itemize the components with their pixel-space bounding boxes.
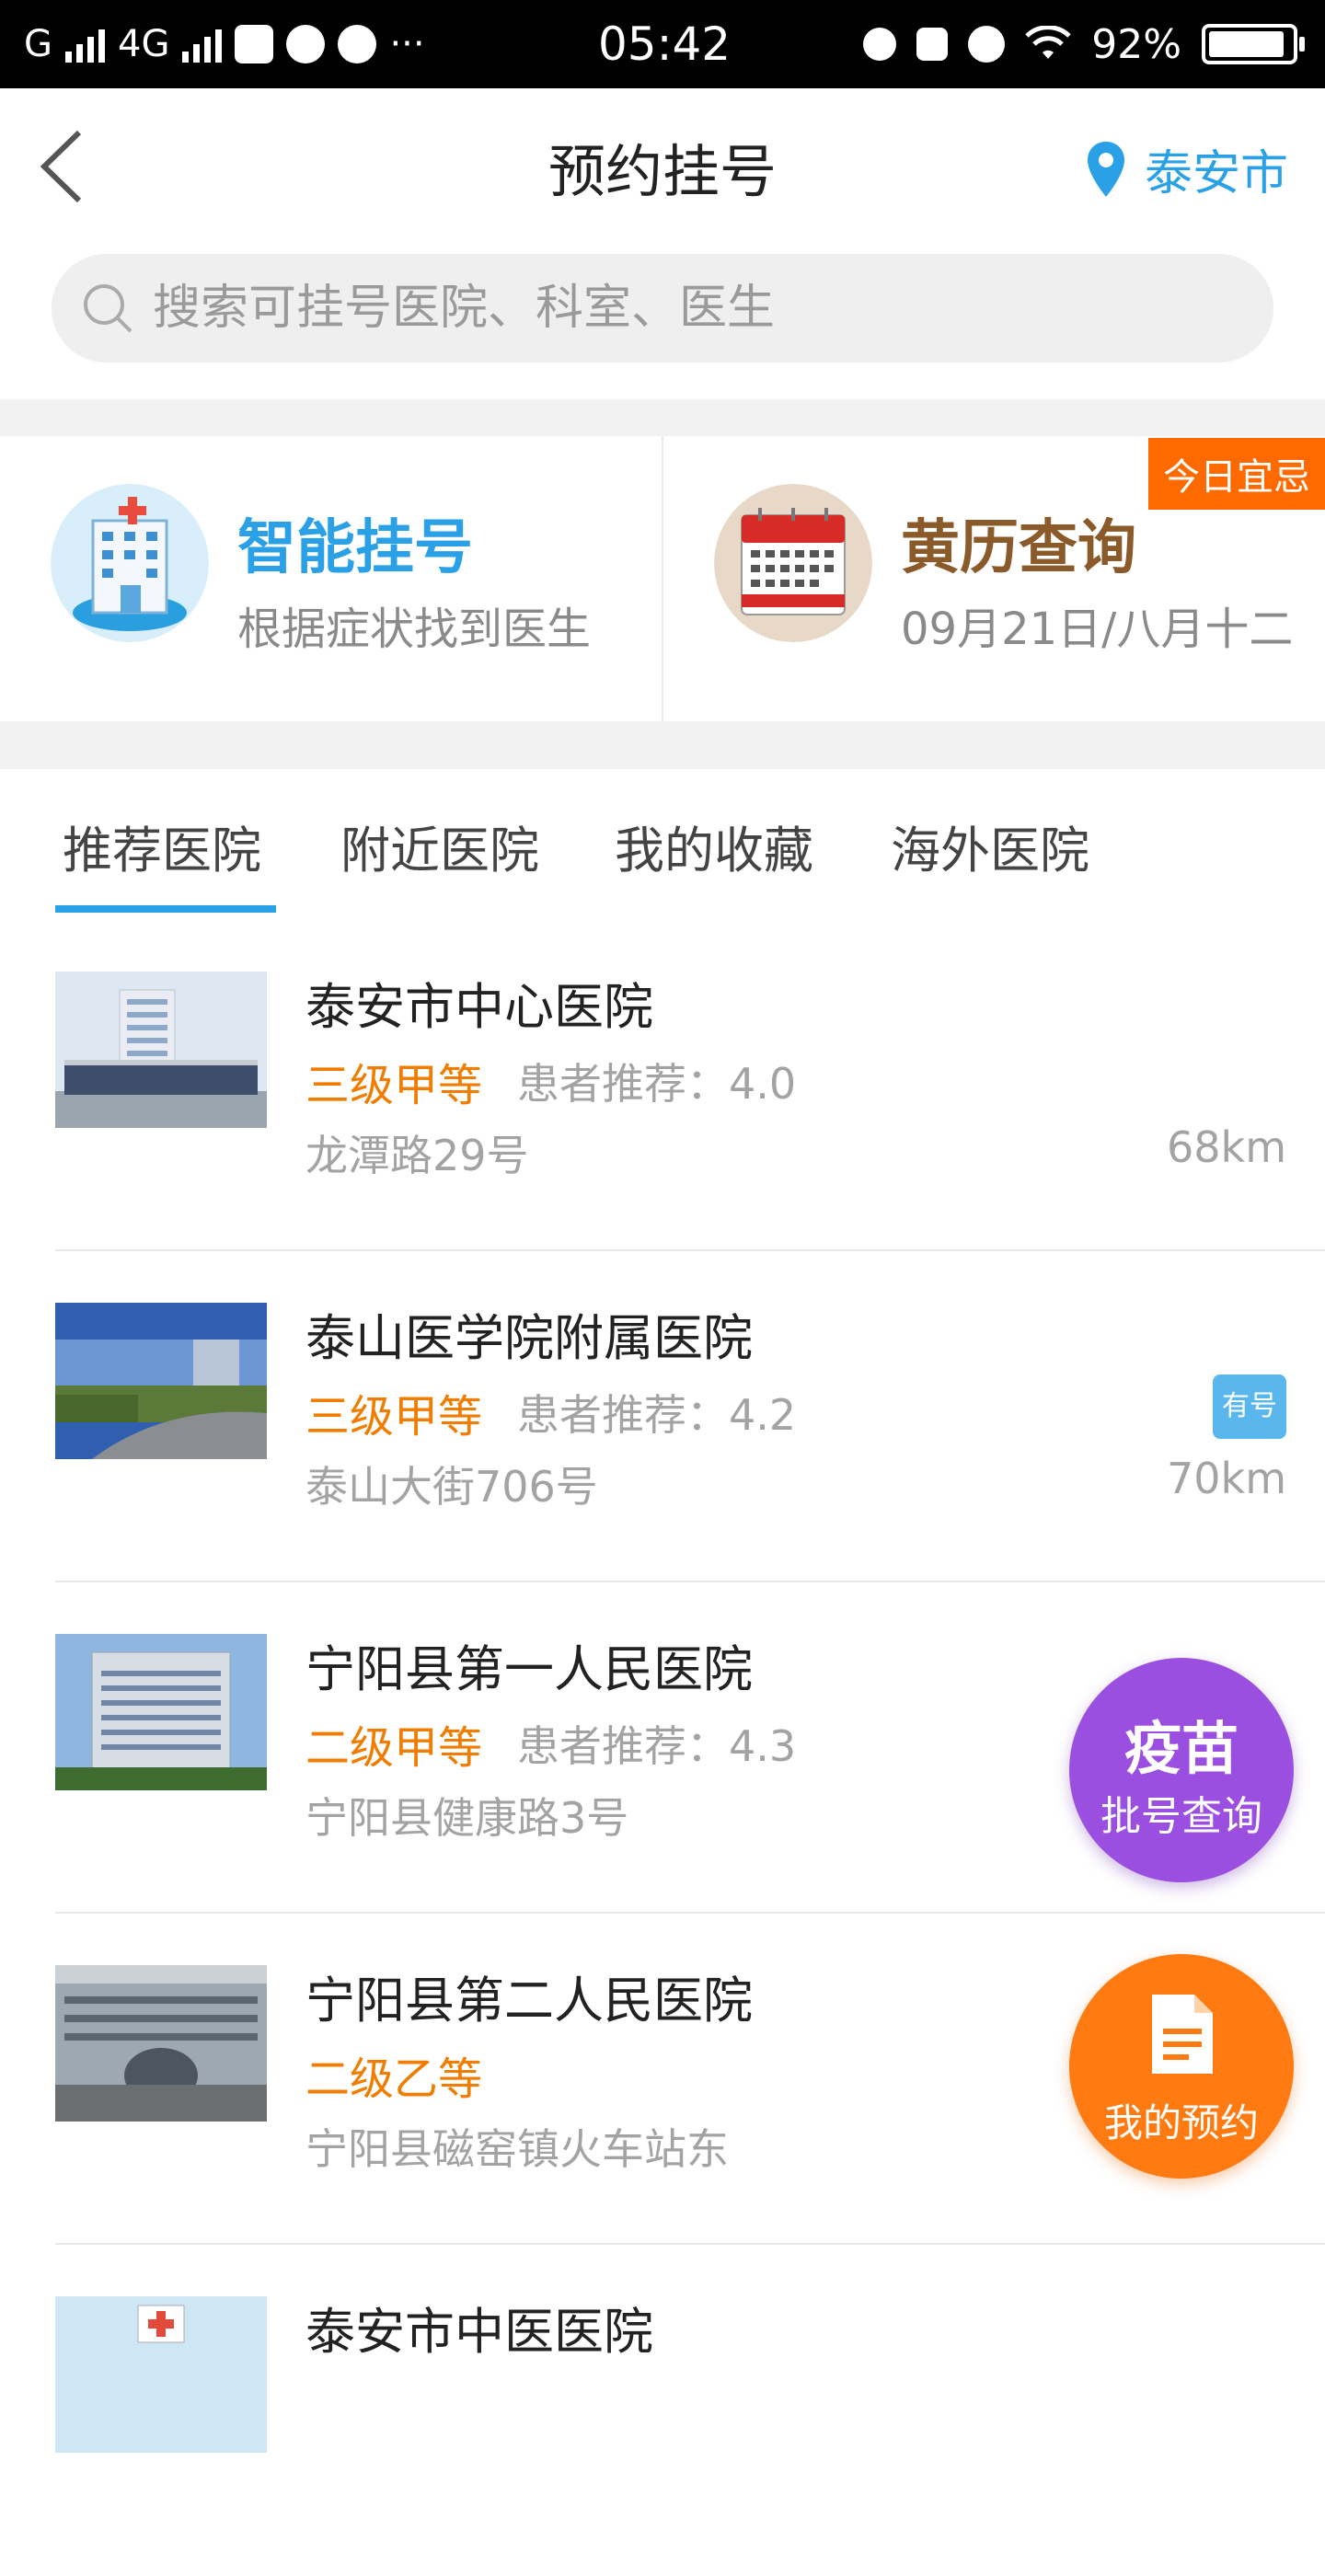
hospital-photo bbox=[55, 972, 267, 1128]
battery-icon bbox=[1202, 24, 1305, 64]
today-badge: 今日宜忌 bbox=[1148, 438, 1325, 510]
hospital-row[interactable]: 泰安市中医医院 bbox=[0, 2245, 1325, 2576]
hospital-row[interactable]: 泰山医学院附属医院 三级甲等 患者推荐：4.2 有号 泰山大街706号 70km bbox=[0, 1251, 1325, 1582]
section-divider bbox=[0, 399, 1325, 436]
document-icon bbox=[1152, 1995, 1213, 2074]
signal-icon bbox=[65, 26, 105, 63]
network-type-2: 4G bbox=[118, 23, 170, 65]
almanac-title: 黄历查询 bbox=[901, 514, 1136, 582]
hospital-level: 三级甲等 bbox=[305, 1060, 483, 1111]
almanac-card[interactable]: 黄历查询 09月21日/八月十二 今日宜忌 bbox=[662, 436, 1325, 721]
tab-overseas[interactable]: 海外医院 bbox=[891, 810, 1089, 882]
browser-icon bbox=[286, 25, 326, 63]
status-bar: G 4G ··· 05:42 92% bbox=[0, 0, 1325, 88]
nfc-icon bbox=[863, 28, 897, 61]
hospital-name: 宁阳县第一人民医院 bbox=[305, 1640, 753, 1698]
hospital-row[interactable]: 泰安市中心医院 三级甲等 患者推荐：4.0 龙潭路29号 68km bbox=[0, 920, 1325, 1251]
hospital-level: 二级甲等 bbox=[305, 1722, 483, 1774]
tab-recommended[interactable]: 推荐医院 bbox=[63, 810, 261, 882]
hospital-address: 泰山大街706号 bbox=[305, 1462, 598, 1512]
hospital-rating: 患者推荐：4.2 bbox=[517, 1390, 797, 1440]
hospital-address: 龙潭路29号 bbox=[305, 1131, 529, 1180]
smart-registration-card[interactable]: 智能挂号 根据症状找到医生 bbox=[0, 436, 662, 721]
hospital-name: 泰安市中医医院 bbox=[305, 2303, 653, 2361]
hospital-address: 宁阳县磁窑镇火车站东 bbox=[305, 2124, 729, 2174]
tab-favorites[interactable]: 我的收藏 bbox=[615, 810, 813, 882]
active-tab-indicator bbox=[55, 905, 276, 913]
hospital-rating: 患者推荐：4.3 bbox=[517, 1721, 797, 1771]
message-icon bbox=[235, 25, 274, 63]
vaccine-label: 疫苗 bbox=[1123, 1715, 1239, 1782]
almanac-date: 09月21日/八月十二 bbox=[901, 604, 1294, 655]
tab-nearby[interactable]: 附近医院 bbox=[340, 810, 539, 882]
hospital-distance: 68km bbox=[1167, 1122, 1286, 1172]
status-bar-left: G 4G ··· bbox=[24, 0, 425, 88]
hospital-distance: 70km bbox=[1167, 1454, 1286, 1503]
hospital-photo bbox=[55, 1634, 267, 1790]
hospital-photo bbox=[55, 1303, 267, 1459]
batch-query-label: 批号查询 bbox=[1100, 1793, 1262, 1840]
location-pin-icon bbox=[1087, 141, 1124, 197]
hospital-photo bbox=[55, 1965, 267, 2122]
smart-registration-title: 智能挂号 bbox=[237, 514, 473, 582]
my-appointments-button[interactable]: 我的预约 bbox=[1069, 1954, 1294, 2179]
hospital-building-icon bbox=[51, 484, 209, 642]
calendar-icon bbox=[714, 484, 872, 642]
hospital-level: 三级甲等 bbox=[305, 1391, 483, 1443]
battery-percent: 92% bbox=[1091, 20, 1181, 68]
more-notifications-icon: ··· bbox=[389, 23, 425, 65]
alarm-icon bbox=[968, 26, 1006, 63]
app-header: 预约挂号 泰安市 bbox=[0, 88, 1325, 243]
hospital-level: 二级乙等 bbox=[305, 2053, 483, 2105]
smart-registration-subtitle: 根据症状找到医生 bbox=[237, 604, 592, 655]
search-bar[interactable] bbox=[52, 254, 1273, 362]
wifi-icon bbox=[1025, 26, 1071, 59]
video-icon bbox=[338, 25, 377, 63]
hospital-tabs: 推荐医院 附近医院 我的收藏 海外医院 bbox=[0, 769, 1325, 916]
hospital-photo bbox=[55, 2296, 267, 2453]
hospital-name: 宁阳县第二人民医院 bbox=[305, 1972, 753, 2030]
hospital-rating: 患者推荐：4.0 bbox=[517, 1059, 797, 1109]
hospital-name: 泰山医学院附属医院 bbox=[305, 1309, 753, 1367]
status-bar-right: 92% bbox=[863, 0, 1305, 88]
search-icon bbox=[84, 284, 132, 333]
hospital-address: 宁阳县健康路3号 bbox=[305, 1793, 629, 1843]
slot-available-badge: 有号 bbox=[1213, 1374, 1286, 1439]
network-type-1: G bbox=[24, 23, 52, 65]
feature-cards: 智能挂号 根据症状找到医生 黄历查询 09月21日/八月十二 今日宜忌 bbox=[0, 436, 1325, 721]
location-selector[interactable]: 泰安市 bbox=[1086, 134, 1288, 203]
section-divider bbox=[0, 721, 1325, 769]
vaccine-batch-query-button[interactable]: 疫苗 批号查询 bbox=[1069, 1658, 1294, 1882]
battery-fill bbox=[1209, 31, 1284, 57]
hospital-name: 泰安市中心医院 bbox=[305, 978, 653, 1036]
signal-icon-2 bbox=[182, 26, 223, 63]
clock: 05:42 bbox=[598, 17, 732, 71]
search-input[interactable] bbox=[151, 280, 1240, 337]
my-appointments-label: 我的预约 bbox=[1103, 2100, 1259, 2145]
location-label: 泰安市 bbox=[1144, 146, 1288, 201]
mute-icon bbox=[916, 28, 949, 61]
